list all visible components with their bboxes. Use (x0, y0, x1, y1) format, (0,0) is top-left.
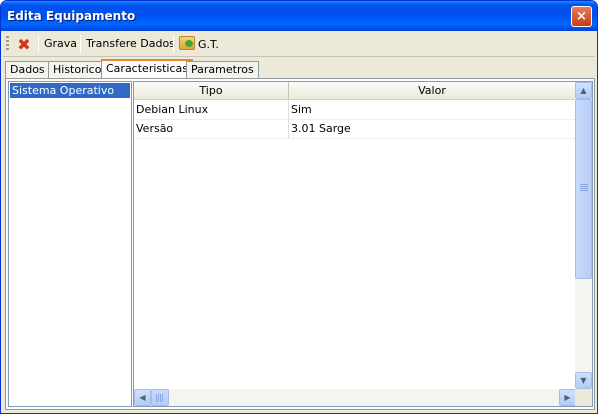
toolbar-separator (80, 35, 81, 53)
toolbar-separator (38, 35, 39, 53)
edit-equipment-window: Edita Equipamento × ✖ Grava Transfere Da… (0, 0, 598, 414)
vertical-scrollbar[interactable]: ▲ ▼ (575, 82, 592, 389)
thumb-grip (580, 184, 588, 192)
scroll-up-button[interactable]: ▲ (575, 82, 592, 99)
toolbar-separator (173, 35, 174, 53)
delete-button[interactable]: ✖ (11, 34, 37, 54)
toolbar: ✖ Grava Transfere Dados G.T. (3, 31, 595, 57)
tab-caracteristicas[interactable]: Caracteristicas (101, 59, 194, 79)
transfer-data-button[interactable]: Transfere Dados (82, 34, 179, 54)
tab-strip: Dados Historico Caracteristicas Parametr… (5, 59, 595, 79)
gt-label: G.T. (198, 38, 219, 51)
table-row[interactable]: Debian Linux Sim (134, 101, 576, 120)
gt-button[interactable]: G.T. (175, 34, 223, 54)
close-button[interactable]: × (571, 6, 592, 27)
horizontal-scroll-thumb[interactable] (151, 389, 169, 406)
thumb-grip (156, 394, 164, 402)
window-title: Edita Equipamento (7, 9, 136, 23)
horizontal-scrollbar[interactable]: ◀ ▶ (134, 389, 576, 406)
table-row[interactable]: Versão 3.01 Sarge (134, 120, 576, 139)
scroll-right-button[interactable]: ▶ (559, 389, 576, 406)
cell-tipo[interactable]: Versão (134, 120, 289, 139)
toolbar-grip[interactable] (6, 36, 9, 52)
cell-valor[interactable]: Sim (289, 101, 576, 120)
save-button[interactable]: Grava (40, 34, 81, 54)
cell-valor[interactable]: 3.01 Sarge (289, 120, 576, 139)
tab-historico[interactable]: Historico (48, 61, 107, 79)
tab-dados[interactable]: Dados (5, 61, 50, 79)
grid-header: Tipo Valor (134, 82, 576, 100)
folder-go-icon (179, 36, 195, 50)
list-item-sistema-operativo[interactable]: Sistema Operativo (10, 83, 130, 98)
column-header-tipo[interactable]: Tipo (134, 82, 289, 100)
scrollbar-corner (575, 389, 592, 406)
scroll-left-button[interactable]: ◀ (134, 389, 151, 406)
vertical-scroll-thumb[interactable] (575, 99, 592, 279)
title-bar[interactable]: Edita Equipamento × (1, 1, 597, 31)
characteristics-grid[interactable]: Tipo Valor Debian Linux Sim Versão 3.01 … (133, 81, 593, 407)
column-header-valor[interactable]: Valor (289, 82, 576, 100)
scroll-down-button[interactable]: ▼ (575, 372, 592, 389)
tab-parametros[interactable]: Parametros (186, 61, 259, 79)
category-list[interactable]: Sistema Operativo (8, 81, 132, 407)
cell-tipo[interactable]: Debian Linux (134, 101, 289, 120)
characteristics-panel: Sistema Operativo Tipo Valor Debian Linu… (5, 78, 595, 410)
delete-icon: ✖ (17, 35, 31, 54)
